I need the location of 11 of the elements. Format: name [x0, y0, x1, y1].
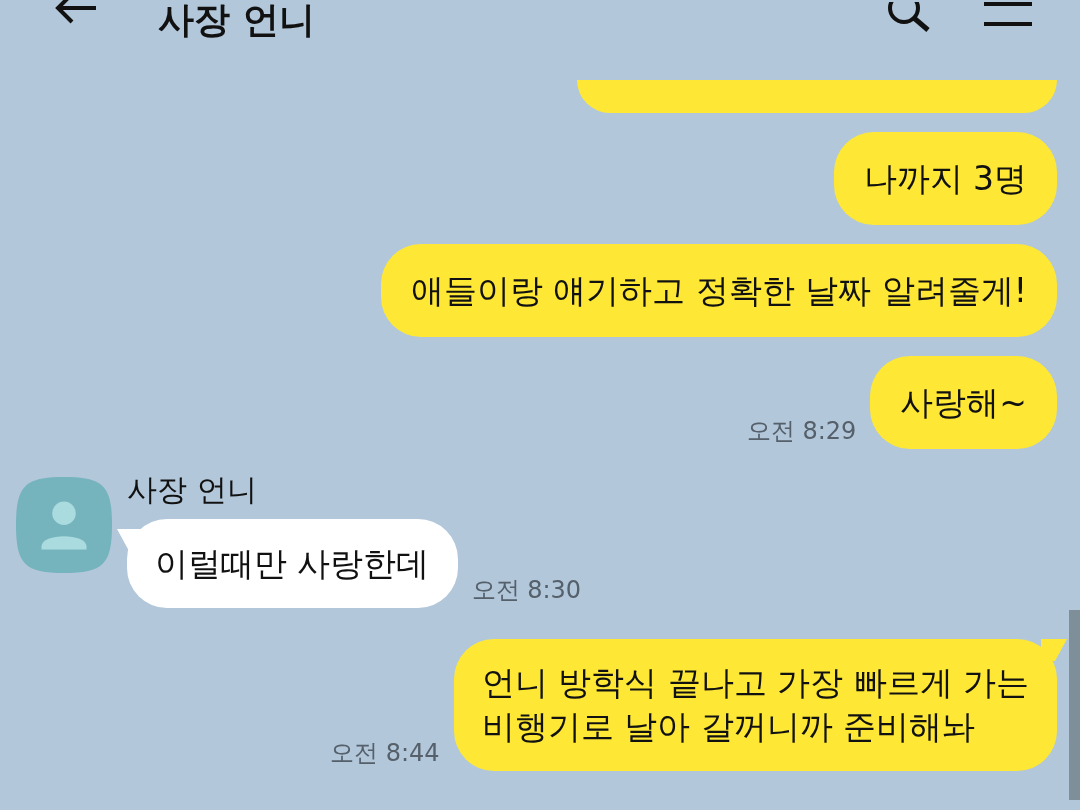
message-bubble: 사랑해~ [870, 356, 1057, 449]
sender-name: 사장 언니 [127, 471, 258, 509]
message-bubble: 애들이랑 얘기하고 정확한 날짜 알려줄게! [380, 244, 1057, 337]
message-time: 오전 8:30 [471, 575, 582, 606]
message-time: 오전 8:29 [746, 416, 857, 447]
message-time: 오전 8:44 [330, 738, 440, 769]
message-bubble: 이럴때만 사랑한데 [127, 519, 458, 608]
message-bubble: 언니 방학식 끝나고 가장 빠르게 가는 비행기로 날아 갈꺼니까 준비해놔 [453, 639, 1057, 771]
scrollbar[interactable] [1069, 610, 1080, 800]
message-bubble: 나까지 3명 [833, 132, 1057, 225]
chat-title: 사장 언니 [158, 0, 315, 40]
